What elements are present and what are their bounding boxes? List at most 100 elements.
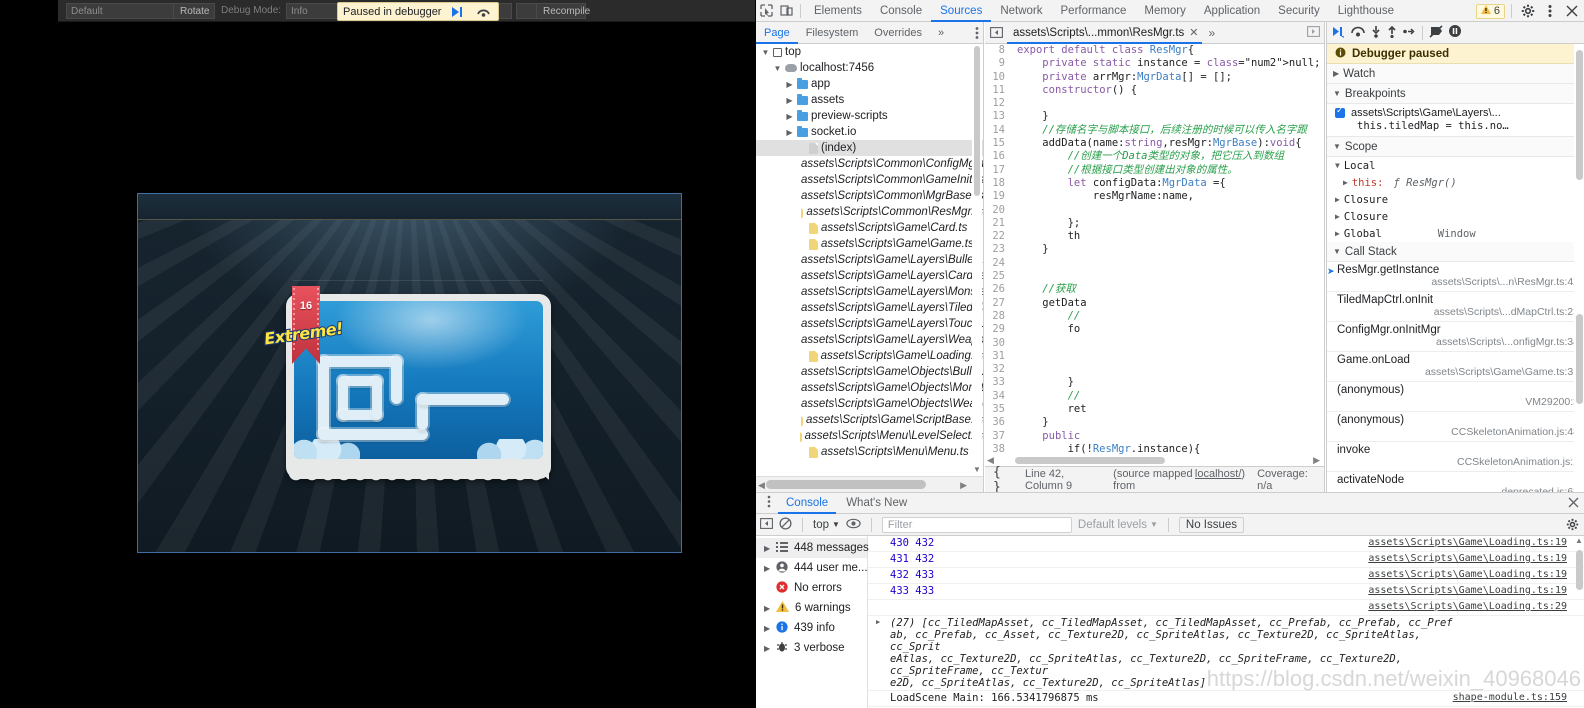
console-message[interactable]: 432 433 assets\Scripts\Game\Loading.ts:19 bbox=[868, 568, 1584, 584]
tree-item[interactable]: assets\Scripts\Game\Layers\MonsterL bbox=[756, 284, 983, 300]
scope-item[interactable]: ▶ Global Window bbox=[1327, 225, 1584, 242]
device-select[interactable]: Default ▾ bbox=[66, 3, 186, 19]
line-number[interactable]: 13 bbox=[985, 110, 1011, 123]
tab-network[interactable]: Network bbox=[991, 0, 1051, 22]
scroll-thumb[interactable] bbox=[1576, 550, 1583, 590]
disclosure-triangle-icon[interactable]: ▶ bbox=[1335, 229, 1340, 238]
tab-application[interactable]: Application bbox=[1195, 0, 1269, 22]
expand-editor-icon[interactable] bbox=[1307, 26, 1320, 40]
expand-icon[interactable]: ▶ bbox=[876, 618, 880, 626]
resume-script-button[interactable] bbox=[1331, 25, 1346, 41]
call-stack-list[interactable]: ➤ ResMgr.getInstance assets\Scripts\...n\R… bbox=[1327, 262, 1584, 492]
tree-item[interactable]: assets\Scripts\Game\Layers\TiledMap bbox=[756, 300, 983, 316]
scope-list[interactable]: ▼ Local ▶ this: ƒ ResMgr() ▶ Closure ▶ Closure ▶ G… bbox=[1327, 157, 1584, 242]
disclosure-triangle-icon[interactable]: ▶ bbox=[764, 624, 770, 633]
kebab-menu-icon[interactable] bbox=[1540, 1, 1560, 21]
scope-item[interactable]: ▶ Closure bbox=[1327, 191, 1584, 208]
console-message-source-link[interactable]: assets\Scripts\Game\Loading.ts:29 bbox=[1368, 601, 1567, 612]
close-icon[interactable] bbox=[1562, 1, 1582, 21]
pause-on-exceptions-button[interactable] bbox=[1448, 24, 1462, 41]
tree-item[interactable]: ▶ socket.io bbox=[756, 124, 983, 140]
call-stack-scrollbar[interactable] bbox=[1574, 44, 1584, 492]
line-number[interactable]: 9 bbox=[985, 57, 1011, 70]
line-number[interactable]: 11 bbox=[985, 84, 1011, 97]
live-expression-icon[interactable] bbox=[846, 518, 861, 532]
line-number[interactable]: 16 bbox=[985, 150, 1011, 163]
scroll-thumb[interactable] bbox=[1015, 457, 1165, 464]
nav-tab-page[interactable]: Page bbox=[756, 22, 798, 44]
tree-item[interactable]: assets\Scripts\Common\MgrBase.ts bbox=[756, 188, 983, 204]
line-number[interactable]: 18 bbox=[985, 177, 1011, 190]
tree-item[interactable]: ▶ app bbox=[756, 76, 983, 92]
line-number[interactable]: 27 bbox=[985, 297, 1011, 310]
line-number[interactable]: 22 bbox=[985, 230, 1011, 243]
close-icon[interactable] bbox=[1568, 497, 1579, 511]
disclosure-triangle-icon[interactable]: ▶ bbox=[764, 564, 770, 573]
console-message[interactable]: 431 432 assets\Scripts\Game\Loading.ts:19 bbox=[868, 552, 1584, 568]
tree-item[interactable]: assets\Scripts\Game\Game.ts bbox=[756, 236, 983, 252]
line-number[interactable]: 29 bbox=[985, 323, 1011, 336]
tree-item[interactable]: assets\Scripts\Common\ResMgr.ts bbox=[756, 204, 983, 220]
navigator-vertical-scrollbar[interactable]: ▼ bbox=[972, 44, 982, 474]
call-stack-frame[interactable]: (anonymous) VM29200:3 bbox=[1327, 382, 1584, 412]
tree-item[interactable]: assets\Scripts\Game\Objects\Bullet.ts bbox=[756, 364, 983, 380]
scroll-thumb[interactable] bbox=[766, 480, 926, 489]
call-stack-frame[interactable]: ConfigMgr.onInitMgr assets\Scripts\...onf… bbox=[1327, 322, 1584, 352]
breakpoint-item[interactable]: assets\Scripts\Game\Layers\... this.tile… bbox=[1327, 104, 1584, 137]
rotate-button[interactable]: Rotate bbox=[173, 3, 215, 19]
line-number[interactable]: 36 bbox=[985, 416, 1011, 429]
console-context-select[interactable]: top ▼ bbox=[813, 519, 840, 531]
step-into-button[interactable] bbox=[1370, 25, 1382, 41]
console-sidebar-item[interactable]: ▶ 6 warnings bbox=[756, 598, 867, 618]
collapse-navigator-icon[interactable] bbox=[985, 27, 1007, 38]
console-filter-input[interactable]: Filter bbox=[881, 516, 1072, 533]
code-editor[interactable]: 8 export default class ResMgr{9 private s… bbox=[985, 44, 1324, 466]
kebab-menu-icon[interactable] bbox=[975, 26, 979, 43]
nav-tab-overrides[interactable]: Overrides bbox=[866, 22, 930, 44]
line-number[interactable]: 14 bbox=[985, 124, 1011, 137]
console-message-source-link[interactable]: shape-module.ts:159 bbox=[1453, 692, 1567, 703]
tree-item[interactable]: assets\Scripts\Game\Card.ts bbox=[756, 220, 983, 236]
console-sidebar-item[interactable]: ▶ 439 info bbox=[756, 618, 867, 638]
device-toolbar-icon[interactable] bbox=[776, 1, 796, 21]
tab-security[interactable]: Security bbox=[1269, 0, 1329, 22]
navigator-horizontal-scrollbar[interactable]: ◀ ▶ bbox=[756, 476, 983, 492]
line-number[interactable]: 25 bbox=[985, 270, 1011, 283]
no-issues-button[interactable]: No Issues bbox=[1178, 516, 1245, 533]
tree-item[interactable]: ▼ top bbox=[756, 44, 983, 60]
section-scope[interactable]: ▼ Scope bbox=[1327, 137, 1584, 157]
disclosure-triangle-icon[interactable]: ▶ bbox=[1335, 212, 1340, 221]
tree-item[interactable]: assets\Scripts\Game\Layers\BulletLay bbox=[756, 252, 983, 268]
section-watch[interactable]: ▶ Watch bbox=[1327, 64, 1584, 84]
tree-item[interactable]: assets\Scripts\Game\Objects\Monster bbox=[756, 380, 983, 396]
line-number[interactable]: 31 bbox=[985, 350, 1011, 363]
tab-sources[interactable]: Sources bbox=[931, 0, 991, 22]
resume-icon[interactable] bbox=[447, 3, 467, 20]
tree-item[interactable]: ▼ localhost:7456 bbox=[756, 60, 983, 76]
scope-item[interactable]: ▶ Closure bbox=[1327, 208, 1584, 225]
line-number[interactable]: 26 bbox=[985, 283, 1011, 296]
scroll-down-icon[interactable]: ▼ bbox=[973, 465, 981, 474]
line-number[interactable]: 28 bbox=[985, 310, 1011, 323]
line-number[interactable]: 12 bbox=[985, 97, 1011, 110]
tree-item[interactable]: assets\Scripts\Game\Layers\WeaponL bbox=[756, 332, 983, 348]
recompile-button[interactable]: Recompile bbox=[536, 3, 590, 19]
call-stack-frame[interactable]: activateNode deprecated.js:68 bbox=[1327, 472, 1584, 492]
console-message-source-link[interactable]: assets\Scripts\Game\Loading.ts:19 bbox=[1368, 569, 1567, 580]
chevron-double-right-icon[interactable]: » bbox=[1202, 26, 1221, 40]
tree-item[interactable]: assets\Scripts\Game\ScriptBase.ts bbox=[756, 412, 983, 428]
chevron-double-right-icon[interactable]: » bbox=[930, 22, 952, 44]
tree-item[interactable]: (index) bbox=[756, 140, 983, 156]
console-sidebar-item[interactable]: ▶ 444 user me... bbox=[756, 558, 868, 578]
console-sidebar[interactable]: ▶ 448 messages ▶ 444 user me... No errors ▶ 6 … bbox=[756, 536, 869, 708]
line-number[interactable]: 20 bbox=[985, 204, 1011, 217]
navigator-file-tree[interactable]: ▼ top ▼ localhost:7456 ▶ app ▶ assets ▶ preview-s… bbox=[756, 44, 983, 474]
tab-performance[interactable]: Performance bbox=[1052, 0, 1136, 22]
game-canvas[interactable]: 16 Extreme! bbox=[137, 193, 682, 553]
console-sidebar-icon[interactable] bbox=[760, 517, 773, 532]
console-message[interactable]: LoadScene Main: 166.5341796875 ms shape-m… bbox=[868, 691, 1584, 707]
console-message-source-link[interactable]: assets\Scripts\Game\Loading.ts:19 bbox=[1368, 553, 1567, 564]
disclosure-triangle-icon[interactable]: ▶ bbox=[764, 644, 770, 653]
line-number[interactable]: 10 bbox=[985, 71, 1011, 84]
console-message[interactable]: 430 432 assets\Scripts\Game\Loading.ts:19 bbox=[868, 536, 1584, 552]
